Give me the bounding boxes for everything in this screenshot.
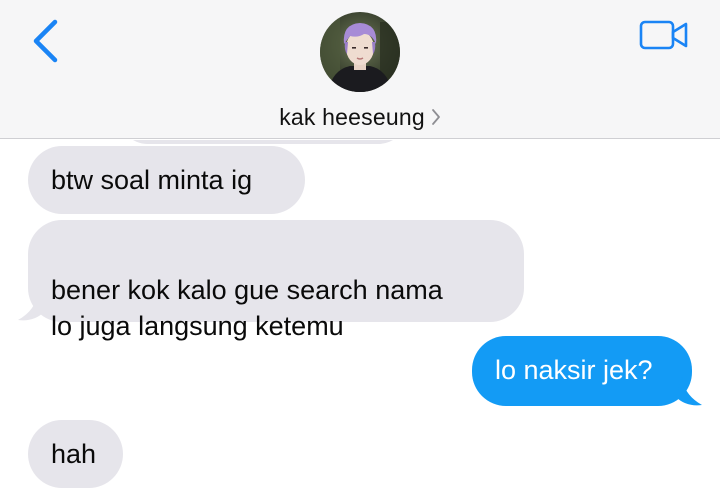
bubble-tail — [676, 377, 702, 406]
video-camera-icon — [639, 20, 688, 50]
message-text: btw soal minta ig — [51, 165, 253, 195]
contact-name: kak heeseung — [279, 103, 425, 130]
message-bubble-incoming[interactable]: bener kok kalo gue search nama lo juga l… — [28, 220, 524, 341]
contact-details-link[interactable]: kak heeseung — [0, 100, 720, 134]
contact-photo — [320, 12, 400, 92]
previous-message-bubble — [118, 140, 408, 144]
message-text: lo naksir jek? — [495, 355, 653, 385]
video-call-button[interactable] — [636, 18, 692, 54]
message-bubble-incoming[interactable]: btw soal minta ig — [28, 146, 305, 214]
contact-avatar[interactable] — [320, 12, 400, 92]
message-text: bener kok kalo gue search nama lo juga l… — [51, 275, 443, 341]
conversation-header: kak heeseung — [0, 0, 720, 139]
message-bubble-incoming[interactable]: hah — [28, 420, 123, 488]
message-text: hah — [51, 439, 97, 469]
bubble-tail — [18, 292, 44, 321]
chevron-right-icon — [431, 109, 440, 125]
message-thread[interactable]: btw soal minta ig bener kok kalo gue sea… — [0, 140, 720, 491]
chevron-left-icon — [33, 19, 58, 63]
message-bubble-outgoing[interactable]: lo naksir jek? — [472, 336, 692, 406]
back-button[interactable] — [28, 18, 64, 64]
